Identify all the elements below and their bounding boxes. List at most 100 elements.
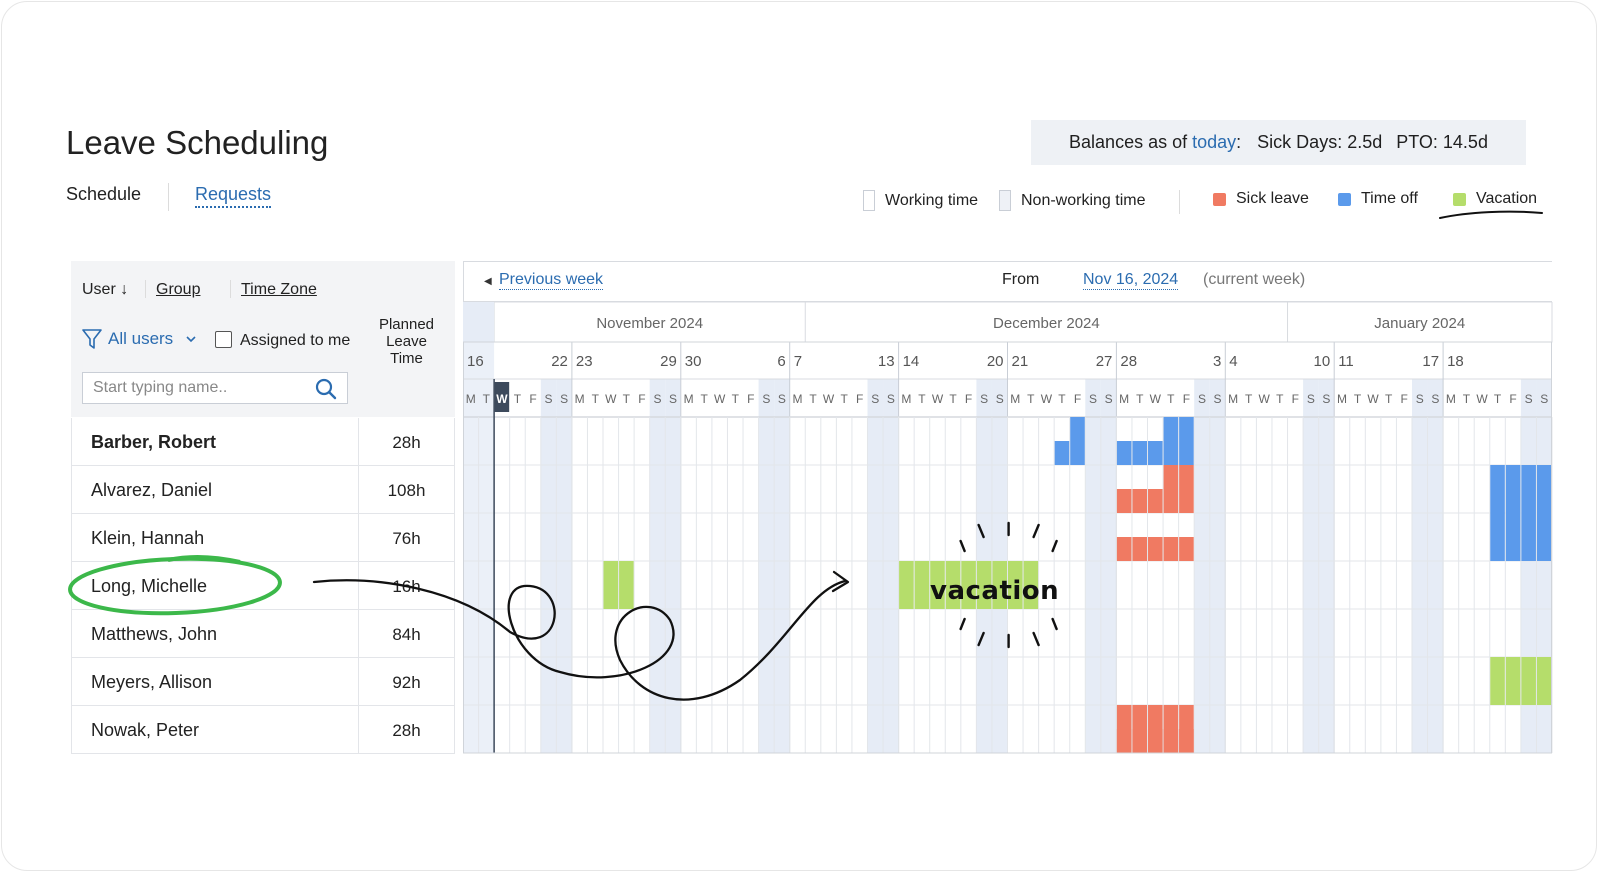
working-time-swatch xyxy=(863,190,875,211)
planned-leave-hours: 28h xyxy=(392,433,421,452)
day-of-week: M xyxy=(575,392,585,406)
time-off-block xyxy=(1505,513,1521,561)
planned-leave-hours: 16h xyxy=(392,577,421,596)
day-of-week: S xyxy=(1089,392,1097,406)
day-number: 20 xyxy=(987,353,1004,370)
time-off-block xyxy=(1505,465,1521,513)
user-name[interactable]: Matthews, John xyxy=(91,624,217,645)
vacation-block xyxy=(603,561,619,609)
day-number: 6 xyxy=(777,353,785,370)
vacation-block xyxy=(1536,657,1552,705)
weekend-column xyxy=(665,379,681,753)
planned-leave-hours: 108h xyxy=(387,481,426,500)
from-date-picker[interactable]: Nov 16, 2024 xyxy=(1083,271,1179,290)
legend-sick-label: Sick leave xyxy=(1236,190,1309,207)
vacation-block xyxy=(1521,657,1536,705)
day-of-week: S xyxy=(560,392,568,406)
balances-colon: : xyxy=(1236,132,1242,152)
legend-divider xyxy=(1179,190,1180,214)
day-of-week: T xyxy=(732,392,740,406)
user-name[interactable]: Alvarez, Daniel xyxy=(91,480,212,501)
sick-leave-block xyxy=(1132,705,1148,753)
timezone-link[interactable]: Time Zone xyxy=(241,281,317,299)
sick-leave-block xyxy=(1116,705,1132,753)
caret-left-icon[interactable]: ◀ xyxy=(484,276,492,287)
day-of-week: S xyxy=(1105,392,1113,406)
day-of-week: T xyxy=(809,392,817,406)
weekend-column xyxy=(1100,379,1117,753)
pto-balance: PTO: 14.5d xyxy=(1396,132,1488,152)
legend-working: Working time xyxy=(863,190,978,211)
day-of-week: T xyxy=(1385,392,1393,406)
day-of-week: S xyxy=(1525,392,1533,406)
day-number: 7 xyxy=(794,353,802,370)
time-off-block xyxy=(1116,441,1132,465)
search-icon[interactable] xyxy=(315,378,337,400)
day-of-week: S xyxy=(996,392,1004,406)
planned-leave-header: Planned Leave Time xyxy=(358,261,455,417)
sparkle-mark xyxy=(1032,631,1040,647)
current-week-label: (current week) xyxy=(1203,271,1306,288)
day-of-week: T xyxy=(1463,392,1471,406)
day-of-week: S xyxy=(871,392,879,406)
day-of-week: M xyxy=(1119,392,1129,406)
weekend-column xyxy=(1303,379,1319,753)
page-title: Leave Scheduling xyxy=(66,124,329,161)
legend-nonworking: Non-working time xyxy=(999,190,1145,211)
legend-timeoff: Time off xyxy=(1338,190,1418,208)
time-off-block xyxy=(1070,417,1085,441)
month-header-past xyxy=(463,302,495,342)
search-input[interactable]: Start typing name.. xyxy=(82,372,348,404)
tab-schedule[interactable]: Schedule xyxy=(66,184,141,205)
day-number: 28 xyxy=(1120,353,1137,370)
planned-leave-hours: 84h xyxy=(392,625,421,644)
day-number: 22 xyxy=(551,353,568,370)
month-label: December 2024 xyxy=(993,315,1100,332)
time-off-block xyxy=(1521,513,1536,561)
sort-user[interactable]: User ↓ xyxy=(82,281,128,299)
previous-week-link[interactable]: Previous week xyxy=(499,271,604,290)
weekend-column xyxy=(774,379,790,753)
time-off-block xyxy=(1521,465,1536,513)
day-of-week: T xyxy=(514,392,522,406)
day-of-week: T xyxy=(1136,392,1144,406)
header-divider xyxy=(230,280,231,298)
month-label: January 2024 xyxy=(1374,315,1465,332)
user-name[interactable]: Barber, Robert xyxy=(91,432,216,453)
day-of-week: F xyxy=(1401,392,1408,406)
sick-leave-block xyxy=(1116,489,1132,513)
balances-today-link[interactable]: today xyxy=(1192,132,1236,153)
planned-leave-hours: 92h xyxy=(392,673,421,692)
day-of-week: T xyxy=(1494,392,1502,406)
day-of-week: S xyxy=(1322,392,1330,406)
day-number: 29 xyxy=(660,353,677,370)
vacation-block xyxy=(914,561,930,609)
sick-leave-block xyxy=(1132,537,1148,561)
weekend-column xyxy=(1318,379,1335,753)
time-off-block xyxy=(1536,465,1552,513)
assigned-to-me-checkbox[interactable] xyxy=(215,331,232,348)
user-name[interactable]: Klein, Hannah xyxy=(91,528,204,549)
weekend-column xyxy=(867,379,884,753)
sort-user-label[interactable]: User xyxy=(82,281,116,298)
user-name[interactable]: Nowak, Peter xyxy=(91,720,199,741)
time-off-block xyxy=(1490,513,1505,561)
weekend-column xyxy=(540,379,557,753)
vacation-block xyxy=(619,561,634,609)
planned-leave-hours: 28h xyxy=(392,721,421,740)
day-of-week: T xyxy=(623,392,631,406)
sick-days-balance: Sick Days: 2.5d xyxy=(1257,132,1383,152)
group-link[interactable]: Group xyxy=(156,281,200,299)
time-off-block xyxy=(1054,441,1070,465)
sick-leave-block xyxy=(1179,537,1194,561)
sick-leave-block xyxy=(1148,705,1163,753)
all-users-dropdown[interactable]: All users xyxy=(82,328,197,350)
user-name[interactable]: Long, Michelle xyxy=(91,576,207,597)
day-number: 27 xyxy=(1096,353,1113,370)
legend-timeoff-label: Time off xyxy=(1361,190,1418,207)
tab-requests[interactable]: Requests xyxy=(195,184,272,208)
user-name[interactable]: Meyers, Allison xyxy=(91,672,212,693)
day-of-week: F xyxy=(747,392,754,406)
weekend-column xyxy=(1427,379,1444,753)
tab-divider xyxy=(168,183,169,211)
